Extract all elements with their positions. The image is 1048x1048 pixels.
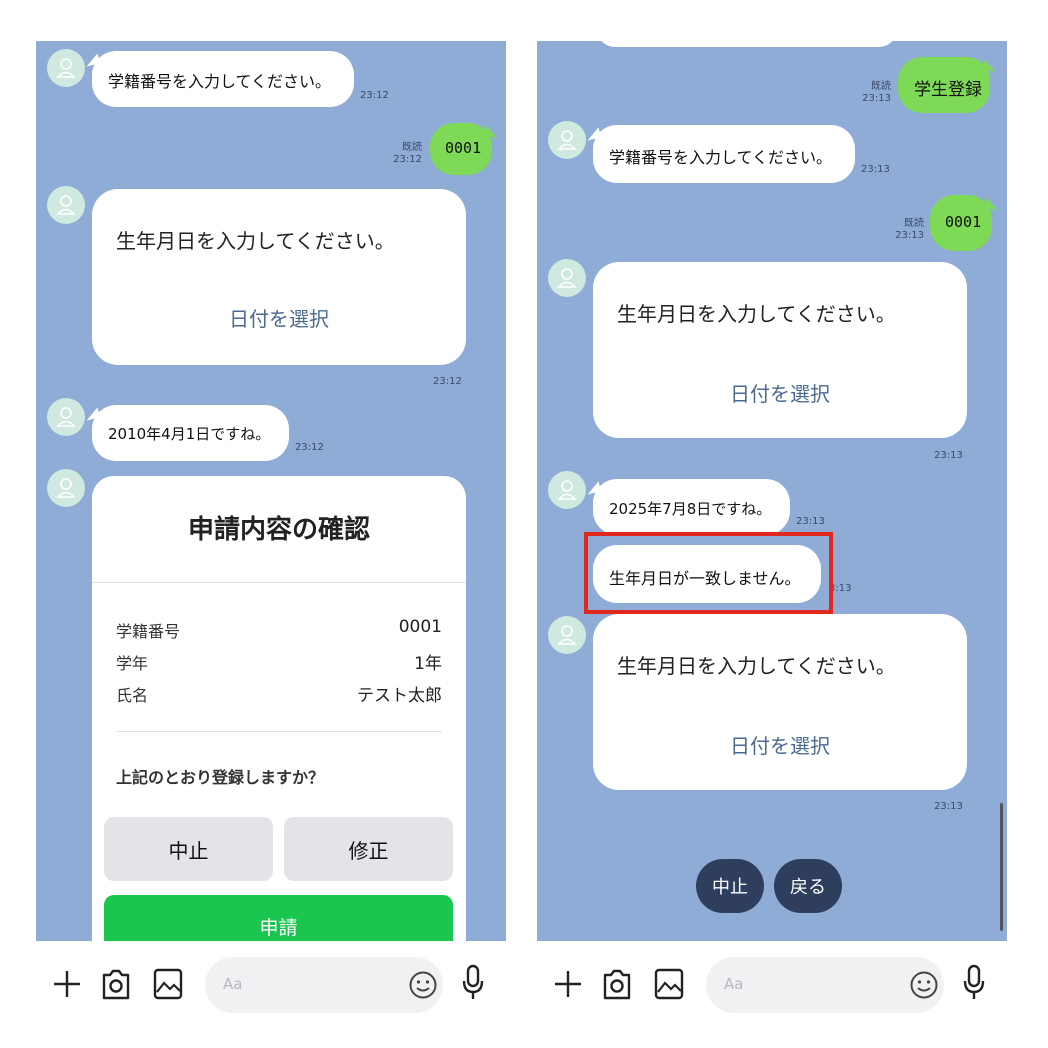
bot-avatar[interactable]: [548, 471, 586, 509]
message-text: 0001: [945, 213, 982, 231]
emoji-icon[interactable]: [408, 970, 438, 1000]
select-date-button[interactable]: 日付を選択: [92, 303, 466, 332]
camera-icon[interactable]: [602, 967, 632, 1001]
message-bubble-partial: [597, 41, 897, 47]
field-value: テスト太郎: [357, 686, 442, 706]
microphone-icon[interactable]: [461, 964, 485, 1002]
divider: [116, 731, 442, 732]
left-chat-screen: 学籍番号を入力してください。 23:12 既読 23:12 0001 生年月日を入…: [36, 41, 506, 941]
card-text: 生年月日を入力してください。: [617, 654, 896, 678]
user-icon: [56, 195, 76, 215]
select-date-button[interactable]: 日付を選択: [593, 730, 967, 759]
quick-reply-back[interactable]: 戻る: [774, 859, 842, 913]
timestamp: 23:13: [934, 450, 963, 461]
message-bubble: 学籍番号を入力してください。: [593, 125, 855, 183]
user-icon: [56, 478, 76, 498]
input-placeholder: Aa: [223, 975, 243, 993]
bot-avatar[interactable]: [47, 469, 85, 507]
dob-prompt-card: 生年月日を入力してください。 日付を選択: [593, 614, 967, 790]
outgoing-message-bubble: 0001: [930, 195, 992, 251]
field-value: 1年: [414, 654, 442, 674]
message-text: 0001: [445, 139, 482, 157]
scrollbar[interactable]: [1000, 803, 1003, 931]
card-text: 生年月日を入力してください。: [617, 302, 896, 326]
field-label: 学年: [116, 654, 149, 673]
divider: [92, 582, 466, 583]
camera-icon[interactable]: [101, 967, 131, 1001]
bot-avatar[interactable]: [47, 398, 85, 436]
outgoing-message-bubble: 0001: [430, 123, 492, 175]
user-icon: [557, 268, 577, 288]
timestamp: 23:12: [360, 90, 389, 101]
field-value: 0001: [398, 617, 442, 637]
plus-icon[interactable]: [52, 969, 82, 999]
bot-avatar[interactable]: [47, 186, 85, 224]
timestamp: 23:13: [934, 801, 963, 812]
read-receipt: 既読 23:12: [393, 142, 422, 165]
message-text: 学籍番号を入力してください。: [609, 148, 833, 167]
message-bubble: 2010年4月1日ですね。: [92, 405, 289, 461]
field-label: 氏名: [116, 686, 149, 705]
read-receipt: 既読 23:13: [895, 218, 924, 241]
card-text: 生年月日を入力してください。: [116, 229, 395, 253]
message-text: 2010年4月1日ですね。: [108, 425, 271, 443]
emoji-icon[interactable]: [909, 970, 939, 1000]
confirmation-title: 申請内容の確認: [187, 515, 370, 545]
image-icon[interactable]: [153, 968, 183, 1000]
image-icon[interactable]: [654, 968, 684, 1000]
message-text: 学籍番号を入力してください。: [108, 72, 332, 91]
select-date-button[interactable]: 日付を選択: [593, 378, 967, 407]
message-text: 学生登録: [914, 80, 982, 100]
microphone-icon[interactable]: [962, 964, 986, 1002]
user-icon: [557, 130, 577, 150]
dob-prompt-card: 生年月日を入力してください。 日付を選択: [92, 189, 466, 365]
bot-avatar[interactable]: [548, 121, 586, 159]
plus-icon[interactable]: [553, 969, 583, 999]
message-bubble: 学籍番号を入力してください。: [92, 51, 354, 107]
timestamp: 23:13: [796, 516, 825, 527]
message-input[interactable]: Aa: [205, 957, 443, 1013]
bot-avatar[interactable]: [47, 49, 85, 87]
timestamp: 23:13: [861, 164, 890, 175]
field-label: 学籍番号: [116, 622, 181, 641]
right-chat-screen: 既読 23:13 学生登録 学籍番号を入力してください。 23:13 既読 23:1…: [537, 41, 1007, 941]
user-icon: [557, 625, 577, 645]
outgoing-message-bubble: 学生登録: [898, 57, 990, 113]
timestamp: 23:12: [295, 442, 324, 453]
timestamp: 23:12: [433, 376, 462, 387]
read-receipt: 既読 23:13: [862, 81, 891, 104]
confirmation-card: 申請内容の確認 学籍番号 0001 学年 1年 氏名 テスト太郎 上記のとおり登…: [92, 476, 466, 941]
cancel-button[interactable]: 中止: [104, 817, 273, 881]
input-placeholder: Aa: [724, 975, 744, 993]
bot-avatar[interactable]: [548, 259, 586, 297]
dob-prompt-card: 生年月日を入力してください。 日付を選択: [593, 262, 967, 438]
message-bubble: 2025年7月8日ですね。: [593, 479, 790, 535]
confirmation-question: 上記のとおり登録しますか？: [116, 768, 325, 787]
bot-avatar[interactable]: [548, 616, 586, 654]
apply-button[interactable]: 申請: [104, 895, 453, 941]
message-text: 2025年7月8日ですね。: [609, 500, 772, 518]
message-input[interactable]: Aa: [706, 957, 944, 1013]
user-icon: [56, 407, 76, 427]
user-icon: [56, 58, 76, 78]
quick-reply-cancel[interactable]: 中止: [696, 859, 764, 913]
user-icon: [557, 480, 577, 500]
edit-button[interactable]: 修正: [284, 817, 453, 881]
highlight-box: [584, 532, 833, 614]
